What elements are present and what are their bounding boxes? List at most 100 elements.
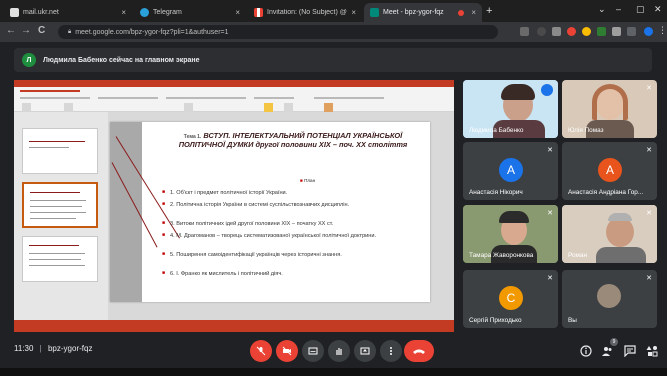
minimize-icon[interactable]: – [616,4,621,14]
bookmark-star-icon[interactable] [552,27,561,36]
mail-favicon-icon [10,8,19,17]
tab-close-icon[interactable]: × [471,8,476,17]
tab-mail[interactable]: mail.ukr.net × [4,3,132,22]
people-button[interactable] [601,344,613,362]
meeting-code: bpz-ygor-fqz [47,344,93,353]
participant-hair [499,211,529,223]
meeting-time: 11:30 [14,344,34,353]
os-taskbar [0,368,667,376]
meeting-details-button[interactable] [580,344,592,362]
profile-avatar-icon[interactable] [644,27,653,36]
camera-indicator-icon[interactable] [520,27,529,36]
captions-icon [308,347,318,355]
camera-off-icon [282,346,292,356]
tab-label: mail.ukr.net [23,9,59,16]
captions-button[interactable] [302,340,324,362]
people-count-badge: 9 [610,338,618,346]
more-options-button[interactable] [380,340,402,362]
zoom-icon[interactable] [537,27,546,36]
ribbon-button [284,103,293,112]
participant-tile[interactable]: Людмила Бабенко [463,80,558,138]
tab-search-icon[interactable]: ⌄ [598,4,606,15]
tab-telegram[interactable]: Telegram × [134,3,246,22]
tab-label: Meet - bpz-ygor-fqz [383,9,444,16]
participant-tile[interactable]: С ✕ Сергій Приходько [463,270,558,328]
mic-off-button[interactable] [250,340,272,362]
leave-call-button[interactable] [404,340,434,362]
recording-dot-icon [458,9,465,16]
camera-off-button[interactable] [276,340,298,362]
tab-label: Invitation: (No Subject) @ Tue F [267,9,347,16]
raise-hand-button[interactable] [328,340,350,362]
mic-off-icon [256,346,266,356]
participant-avatar: А [598,158,622,182]
mic-muted-icon: ✕ [646,147,652,154]
participant-avatar: А [499,158,523,182]
new-tab-button[interactable]: + [486,5,492,17]
people-icon [602,347,612,356]
activities-button[interactable] [646,344,658,362]
menu-dots-icon[interactable]: ⋮ [658,25,667,36]
slide-title-text: ВСТУП. ІНТЕЛЕКТУАЛЬНИЙ ПОТЕНЦІАЛ УКРАЇНС… [178,131,408,149]
url-text: meet.google.com/bpz-ygor-fqz?pli=1&authu… [75,28,229,36]
telegram-favicon-icon [140,8,149,17]
extension-gray-icon[interactable] [612,27,621,36]
mic-muted-icon: ✕ [547,275,553,282]
meet-favicon-icon [370,8,379,17]
participant-hair [592,84,628,120]
slide-bullet: 5. Поширення самоідентифікації українців… [162,252,420,258]
reload-icon[interactable]: C [38,25,45,36]
ribbon-button [64,103,73,112]
extension-red-icon[interactable] [567,27,576,36]
participant-tile[interactable]: ✕ Тамара Жаворонкова [463,205,558,263]
ribbon-group [98,97,158,99]
participant-name: Юлія Помаз [568,127,604,134]
present-screen-button[interactable] [354,340,376,362]
ribbon-group [166,97,246,99]
participant-tile-self[interactable]: ✕ Вы [562,270,657,328]
ribbon-tabs [20,90,80,92]
present-icon [360,347,370,355]
slide-title: Тема 1. ВСТУП. ІНТЕЛЕКТУАЛЬНИЙ ПОТЕНЦІАЛ… [168,131,418,150]
more-vert-icon [390,347,392,355]
close-window-icon[interactable]: ✕ [654,4,662,15]
participant-name: Анастасія Нікорич [469,189,523,196]
slide-thumbnails-pane [14,112,108,320]
forward-icon[interactable]: → [21,25,31,36]
ribbon-group [20,97,90,99]
chat-button[interactable] [624,344,636,362]
participant-name: Тамара Жаворонкова [469,252,534,259]
extension-green-icon[interactable] [597,27,606,36]
participant-face [606,217,634,247]
extension-yellow-icon[interactable] [582,27,591,36]
url-bar[interactable]: 🔒︎ meet.google.com/bpz-ygor-fqz?pli=1&au… [58,25,498,39]
slide-thumbnail-selected [22,182,98,228]
tab-close-icon[interactable]: × [351,8,356,17]
participant-tile[interactable]: ✕ Роман [562,205,657,263]
extensions-puzzle-icon[interactable] [627,27,636,36]
ribbon-button [22,103,31,112]
shared-screen[interactable]: Тема 1. ВСТУП. ІНТЕЛЕКТУАЛЬНИЙ ПОТЕНЦІАЛ… [14,80,454,332]
tab-meet[interactable]: Meet - bpz-ygor-fqz × [364,3,482,22]
participant-name: Сергій Приходько [469,317,522,324]
slide-bullet: 1. Об'єкт і предмет політичної історії У… [162,190,420,196]
participant-tile[interactable]: А ✕ Анастасія Нікорич [463,142,558,200]
meet-window: mail.ukr.net × Telegram × Invitation: (N… [0,0,667,376]
tab-close-icon[interactable]: × [121,8,126,17]
participant-tile[interactable]: ✕ Юлія Помаз [562,80,657,138]
maximize-icon[interactable]: ▢ [636,4,645,15]
tab-gmail-invitation[interactable]: Invitation: (No Subject) @ Tue F × [248,3,362,22]
tab-close-icon[interactable]: × [235,8,240,17]
participant-hair [501,84,535,100]
participant-name: Вы [568,317,577,324]
ribbon-button [264,103,273,112]
slide-bullet: 3. Витоки політичних ідей другої половин… [162,221,420,227]
shapes-icon [646,346,658,357]
back-icon[interactable]: ← [6,25,16,36]
slide-bullet: 6. І. Франко як мислитель і політичний д… [162,271,420,277]
speaking-indicator-icon [541,84,553,96]
slide-thumbnail [22,236,98,282]
mic-muted-icon: ✕ [646,85,652,92]
powerpoint-status-bar [14,320,454,332]
participant-tile[interactable]: А ✕ Анастасія Андріана Гор... [562,142,657,200]
